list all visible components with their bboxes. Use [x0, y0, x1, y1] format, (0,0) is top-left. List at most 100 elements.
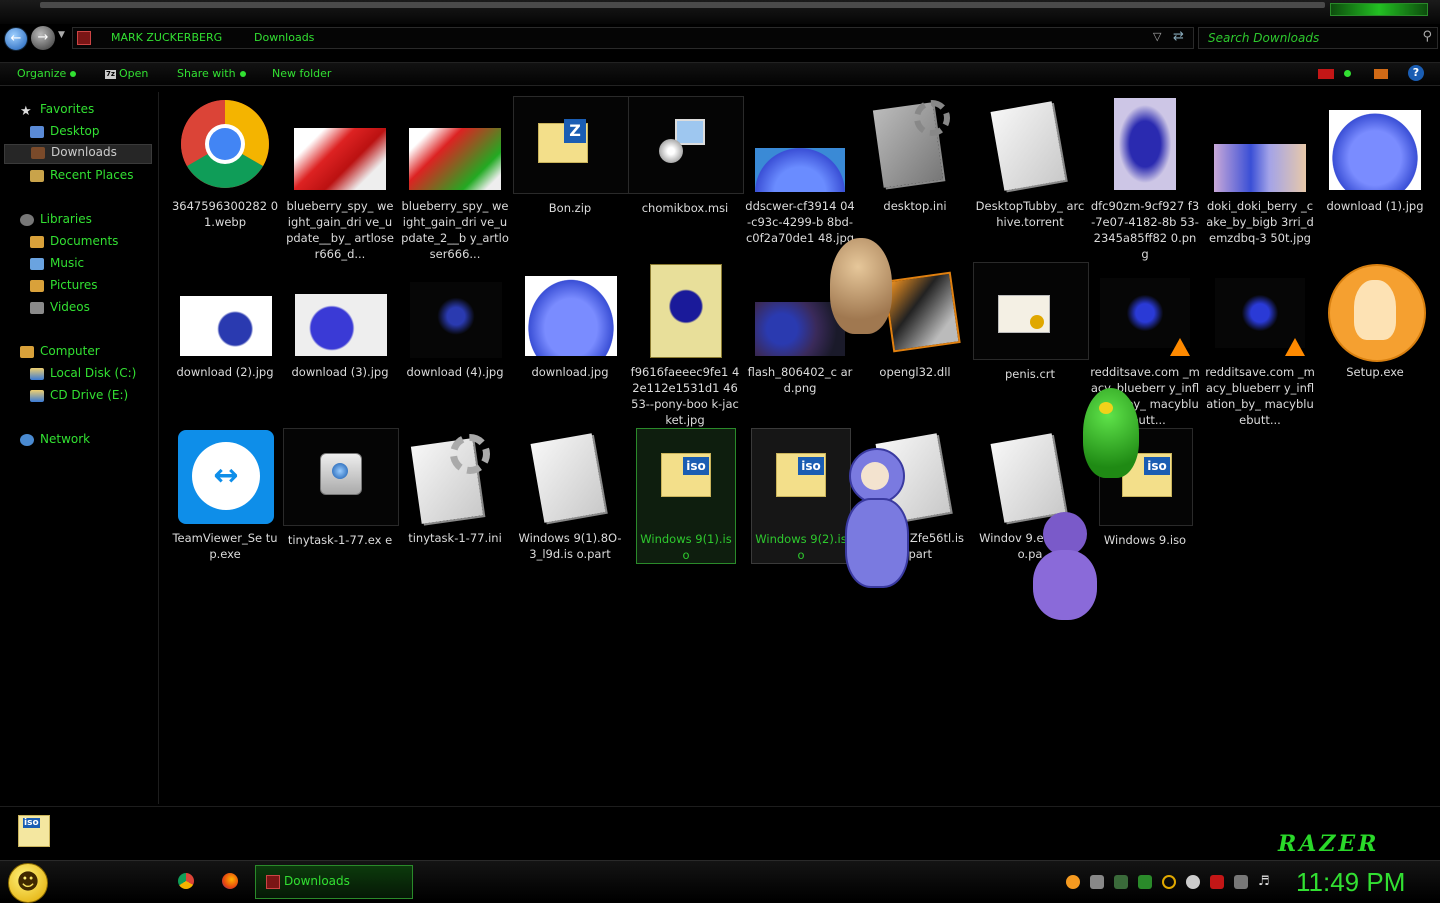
tray-orange-icon[interactable]	[1066, 875, 1080, 889]
file-name: penis.crt	[1004, 367, 1056, 381]
file-item[interactable]: blueberry_spy_ weight_gain_dri ve_update…	[398, 96, 512, 262]
vlc-icon	[1285, 338, 1305, 356]
view-options-icon[interactable]	[1318, 69, 1334, 79]
file-item[interactable]: blueberry_spy_ weight_gain_dri ve_update…	[283, 96, 397, 262]
tray-search-icon[interactable]	[1162, 875, 1176, 889]
file-item-selected[interactable]: iso Windows 9(1).iso	[636, 428, 736, 564]
file-item[interactable]: download (2).jpg	[168, 262, 282, 380]
recent-pages-dropdown[interactable]: ▼	[58, 30, 65, 40]
sidebar-item-music[interactable]: Music	[30, 256, 84, 274]
file-item[interactable]: dfc90zm-9cf927 f3-7e07-4182-8b 53-2345a8…	[1088, 96, 1202, 262]
file-item[interactable]: tinytask-1-77.ini	[398, 428, 512, 546]
sidebar-item-libraries[interactable]: Libraries	[20, 212, 92, 230]
forward-button[interactable]: →	[31, 26, 55, 50]
sidebar-item-recent-places[interactable]: Recent Places	[30, 168, 133, 186]
file-item[interactable]: download (3).jpg	[283, 262, 397, 380]
address-bar[interactable]: MARK ZUCKERBERG Downloads ▽ ⇄	[72, 27, 1194, 49]
sidebar-item-desktop[interactable]: Desktop	[30, 124, 100, 142]
search-input[interactable]: Search Downloads	[1208, 31, 1319, 45]
selected-file-iso-icon: iso	[18, 815, 50, 847]
taskbar-downloads-window[interactable]: Downloads	[255, 865, 413, 899]
taskbar-clock[interactable]: 11:49 PM	[1296, 867, 1405, 898]
refresh-icon[interactable]: ⇄	[1173, 29, 1184, 44]
tray-network-icon[interactable]	[1234, 875, 1248, 889]
tray-clock-icon[interactable]	[1186, 875, 1200, 889]
bonzibuddy-sprite[interactable]	[1031, 512, 1099, 624]
help-icon[interactable]: ?	[1408, 65, 1424, 81]
sidebar-label: Local Disk (C:)	[50, 366, 137, 380]
start-button[interactable]: ☻	[8, 863, 48, 903]
file-item[interactable]: download (1).jpg	[1318, 96, 1432, 214]
back-button[interactable]: ←	[4, 27, 28, 51]
firefox-taskbar-icon[interactable]	[222, 873, 238, 889]
organize-button[interactable]: Organize	[17, 67, 77, 80]
file-item[interactable]: iso Windows 9(2).iso	[751, 428, 851, 564]
sidebar-label: Favorites	[40, 102, 95, 116]
hamster-sprite[interactable]	[830, 238, 892, 334]
address-dropdown-icon[interactable]: ▽	[1153, 30, 1161, 43]
file-item[interactable]: f9616faeeec9fe1 42e112e1531d1 4653--pony…	[628, 262, 742, 428]
title-bar-track	[40, 2, 1325, 8]
file-item[interactable]: Windows 9(1).8O-3_l9d.is o.part	[513, 428, 627, 562]
image-thumbnail	[295, 294, 387, 356]
sidebar-item-documents[interactable]: Documents	[30, 234, 118, 252]
view-dropdown-dot-icon[interactable]	[1344, 70, 1351, 77]
sprite-body	[845, 498, 909, 588]
tray-hand-icon[interactable]	[1114, 875, 1128, 889]
breadcrumb-downloads[interactable]: Downloads	[254, 31, 314, 44]
sidebar-item-favorites[interactable]: ★ Favorites	[20, 102, 94, 120]
file-name: DesktopTubby_ archive.torrent	[975, 199, 1085, 229]
breadcrumb-user[interactable]: MARK ZUCKERBERG	[111, 31, 222, 44]
sidebar-item-local-disk[interactable]: Local Disk (C:)	[30, 366, 136, 384]
file-name: tinytask-1-77.ex e	[287, 533, 393, 547]
sidebar-item-network[interactable]: Network	[20, 432, 90, 450]
sidebar-item-downloads[interactable]: Downloads	[4, 144, 152, 164]
file-item[interactable]: ddscwer-cf3914 04-c93c-4299-b 8bd-c0f2a7…	[743, 96, 857, 246]
dropdown-dot-icon	[239, 71, 246, 77]
search-icon[interactable]: ⚲	[1422, 29, 1432, 44]
file-item[interactable]: download (4).jpg	[398, 262, 512, 380]
tray-flag-icon[interactable]	[1210, 875, 1224, 889]
file-item[interactable]: desktop.ini	[858, 96, 972, 214]
new-folder-button[interactable]: New folder	[272, 67, 331, 80]
parrot-sprite[interactable]	[1075, 388, 1143, 484]
preview-pane-icon[interactable]	[1374, 69, 1388, 79]
gear-icon	[450, 434, 490, 474]
search-box[interactable]: Search Downloads ⚲	[1198, 27, 1438, 49]
file-item[interactable]: doki_doki_berry _cake_by_bigb 3rri_demzd…	[1203, 96, 1317, 246]
file-item[interactable]: ↔ TeamViewer_Se tup.exe	[168, 428, 282, 562]
window-controls[interactable]	[1330, 3, 1428, 16]
file-item[interactable]: chomikbox.msi	[628, 96, 744, 216]
file-name: dfc90zm-9cf927 f3-7e07-4182-8b 53-2345a8…	[1090, 199, 1200, 261]
razer-logo: RAZER	[1278, 831, 1380, 857]
file-item[interactable]: redditsave.com _macy_blueberr y_inflatio…	[1203, 262, 1317, 428]
image-thumbnail	[525, 276, 617, 356]
file-name: desktop.ini	[883, 199, 947, 213]
sidebar-item-videos[interactable]: Videos	[30, 300, 90, 318]
setup-figure-icon	[1354, 280, 1396, 340]
image-thumbnail	[294, 128, 386, 190]
image-thumbnail	[755, 148, 845, 192]
chrome-taskbar-icon[interactable]	[178, 873, 194, 889]
disc-icon	[659, 139, 683, 163]
file-item[interactable]: tinytask-1-77.ex e	[283, 428, 399, 548]
sidebar-item-computer[interactable]: Computer	[20, 344, 100, 362]
file-item[interactable]: penis.crt	[973, 262, 1089, 382]
tray-volume-icon[interactable]: ♬	[1258, 875, 1272, 889]
share-with-label: Share with	[177, 67, 236, 80]
file-item[interactable]: Setup.exe	[1318, 262, 1432, 380]
teletubby-sprite[interactable]	[843, 448, 909, 590]
file-item[interactable]: DesktopTubby_ archive.torrent	[973, 96, 1087, 230]
file-name: flash_806402_c ard.png	[747, 365, 853, 395]
file-item[interactable]: Z Bon.zip	[513, 96, 629, 216]
file-item[interactable]: 3647596300282 01.webp	[168, 96, 282, 230]
tray-grid-icon[interactable]	[1090, 875, 1104, 889]
tray-leaf-icon[interactable]	[1138, 875, 1152, 889]
share-with-button[interactable]: Share with	[177, 67, 246, 80]
file-name: doki_doki_berry _cake_by_bigb 3rri_demzd…	[1206, 199, 1314, 245]
sidebar-item-cd-drive[interactable]: CD Drive (E:)	[30, 388, 128, 406]
pictures-icon	[30, 279, 44, 292]
open-button[interactable]: 7z Open	[105, 67, 148, 80]
file-item[interactable]: download.jpg	[513, 262, 627, 380]
sidebar-item-pictures[interactable]: Pictures	[30, 278, 98, 296]
